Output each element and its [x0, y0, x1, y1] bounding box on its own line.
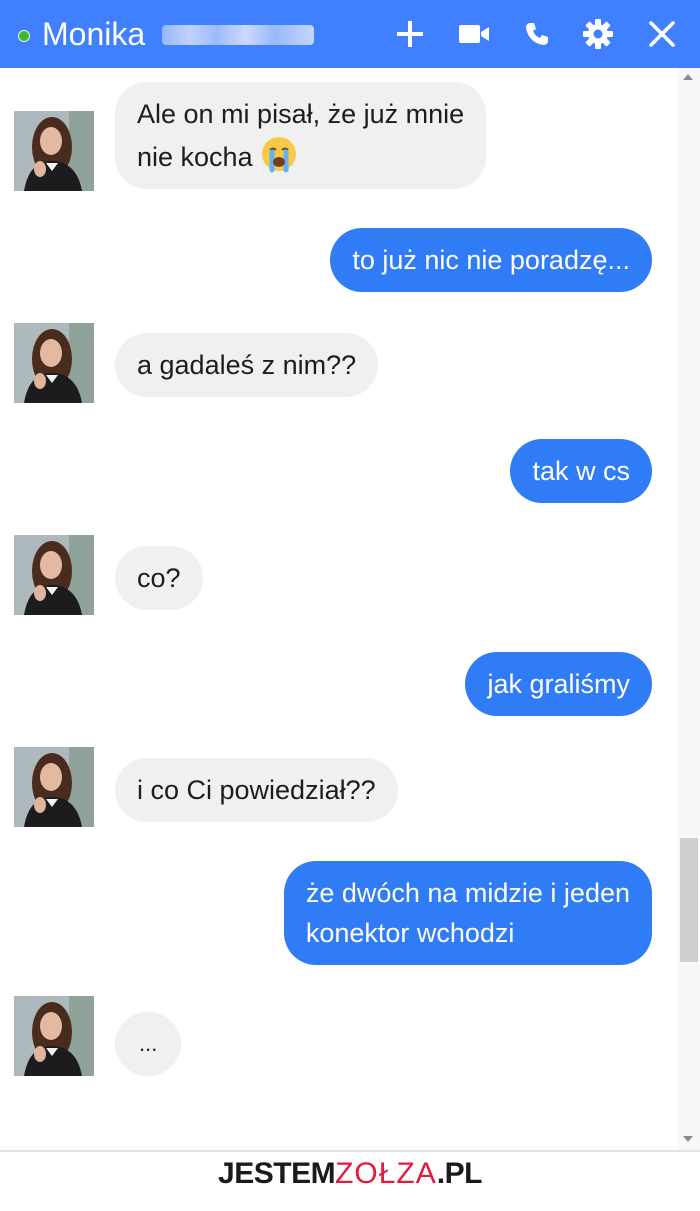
contact-name[interactable]: Monika	[42, 16, 145, 52]
message-bubble-incoming[interactable]: i co Ci powiedział??	[115, 758, 398, 822]
online-status-dot	[18, 30, 30, 42]
avatar[interactable]	[14, 996, 94, 1076]
avatar[interactable]	[14, 535, 94, 615]
watermark-prefix: JESTEM	[218, 1157, 336, 1190]
chat-header: Monika	[0, 0, 700, 68]
voice-call-icon	[526, 23, 548, 45]
scroll-down-arrow-icon[interactable]	[683, 1136, 693, 1142]
close-icon	[649, 21, 675, 47]
message-text: i co Ci powiedział??	[137, 775, 376, 805]
avatar[interactable]	[14, 323, 94, 403]
video-call-button[interactable]	[452, 12, 496, 56]
watermark-suffix: .PL	[436, 1157, 483, 1190]
scrollbar[interactable]	[678, 68, 700, 1150]
message-bubble-outgoing[interactable]: tak w cs	[510, 439, 652, 503]
message-bubble-outgoing[interactable]: że dwóch na midzie i jeden konektor wcho…	[283, 861, 652, 965]
avatar[interactable]	[14, 747, 94, 827]
blurred-surname	[162, 25, 314, 45]
add-people-icon	[397, 21, 423, 47]
message-bubble-outgoing[interactable]: to już nic nie poradzę...	[330, 228, 652, 292]
message-bubble-incoming[interactable]: ...	[115, 1012, 182, 1076]
profile-photo	[14, 111, 94, 191]
gear-icon	[583, 19, 613, 49]
message-text: Ale on mi pisał, że już mnie	[137, 99, 465, 129]
scroll-up-arrow-icon[interactable]	[683, 74, 693, 80]
settings-button[interactable]	[576, 12, 620, 56]
message-bubble-incoming[interactable]: Ale on mi pisał, że już mnie nie kocha	[115, 82, 487, 189]
message-text: a gadaleś z nim??	[137, 350, 357, 380]
message-bubble-incoming[interactable]: a gadaleś z nim??	[115, 333, 379, 397]
watermark-brand: ZOŁZA	[335, 1157, 437, 1190]
crying-face-icon	[261, 137, 296, 173]
video-call-icon	[459, 25, 489, 43]
message-text: konektor wchodzi	[305, 918, 515, 948]
message-bubble-incoming[interactable]: co?	[115, 546, 203, 610]
message-list[interactable]: Ale on mi pisał, że już mnie nie kocha t…	[0, 68, 676, 1150]
message-text: ...	[139, 1031, 158, 1056]
message-text: że dwóch na midzie i jeden	[305, 878, 630, 908]
message-text: jak graliśmy	[487, 669, 630, 699]
message-text: to już nic nie poradzę...	[352, 245, 630, 275]
voice-call-button[interactable]	[515, 12, 559, 56]
scrollbar-thumb[interactable]	[680, 838, 698, 962]
close-button[interactable]	[640, 12, 684, 56]
message-bubble-outgoing[interactable]: jak graliśmy	[465, 652, 652, 716]
site-watermark: JESTEMZOŁZA.PL	[0, 1152, 700, 1211]
profile-photo	[14, 747, 94, 827]
message-text: nie kocha	[137, 142, 253, 172]
avatar[interactable]	[14, 111, 94, 191]
chat-window: Monika Ale on mi pisał, że już mnie nie …	[0, 0, 700, 1150]
profile-photo	[14, 323, 94, 403]
profile-photo	[14, 996, 94, 1076]
message-text: co?	[137, 563, 181, 593]
message-text: tak w cs	[532, 456, 630, 486]
add-people-button[interactable]	[388, 12, 432, 56]
watermark-logo: JESTEMZOŁZA.PL	[218, 1154, 482, 1194]
profile-photo	[14, 535, 94, 615]
